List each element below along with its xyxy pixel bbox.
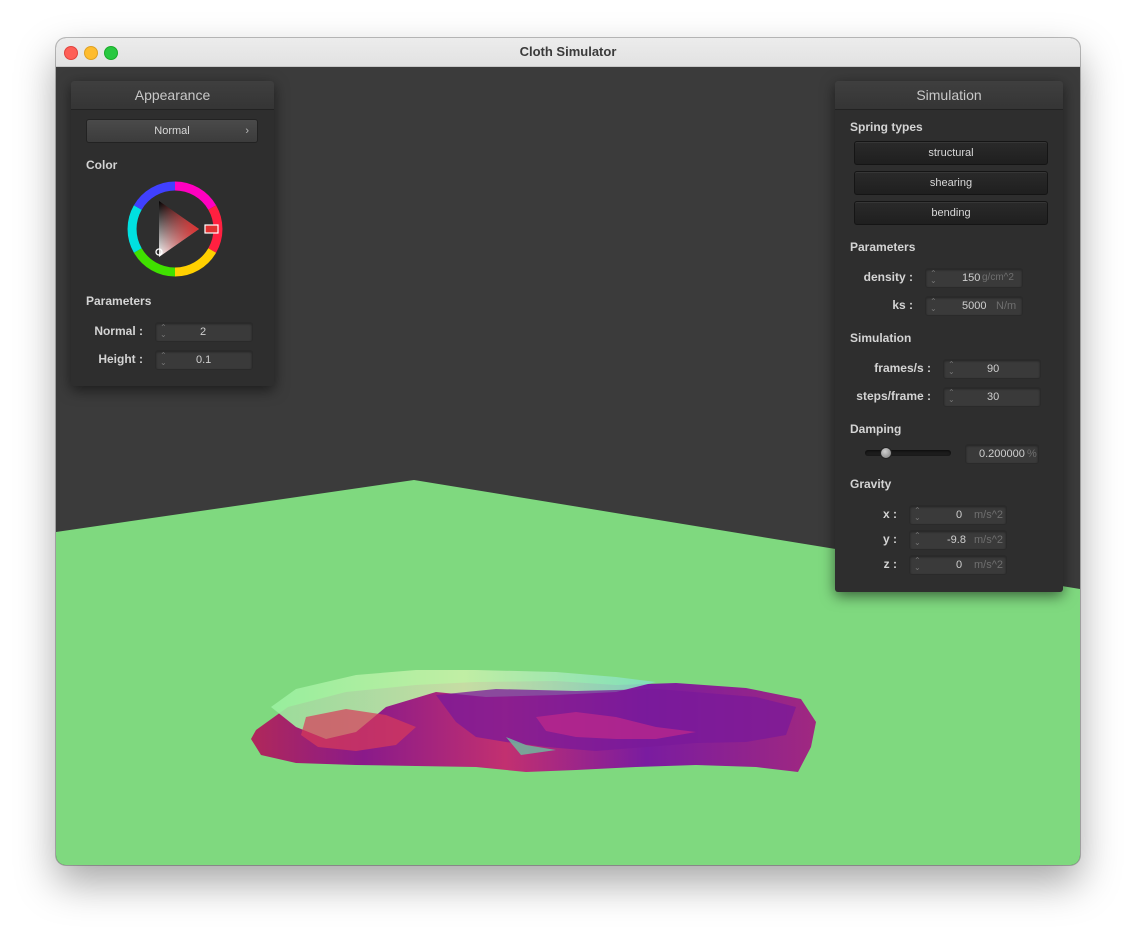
app-window: Cloth Simulator Appearance Normal › Colo… <box>56 38 1080 865</box>
sim-parameters-label: Parameters <box>850 240 916 254</box>
spinner-icon[interactable]: ⌃ ⌄ <box>160 352 167 367</box>
gravity-x-input[interactable]: ⌃ ⌄ 0 m/s^2 <box>909 505 1007 525</box>
appearance-panel: Appearance Normal › Color Parameters Nor… <box>71 81 274 386</box>
hue-ring-selector[interactable] <box>204 224 219 234</box>
gravity-y-label: y : <box>882 532 897 546</box>
damping-label: Damping <box>850 422 902 436</box>
shader-dropdown[interactable]: Normal › <box>86 119 258 143</box>
spinner-icon[interactable]: ⌃ ⌄ <box>914 557 921 572</box>
gravity-y-input[interactable]: ⌃ ⌄ -9.8 m/s^2 <box>909 530 1007 550</box>
spinner-icon[interactable]: ⌃ ⌄ <box>948 389 955 404</box>
simulation-panel: Simulation Spring types structural shear… <box>835 81 1063 592</box>
fps-label: frames/s : <box>874 361 931 375</box>
shearing-spring-button[interactable]: shearing <box>854 171 1048 195</box>
simulation-section-label: Simulation <box>850 331 912 345</box>
gravity-label: Gravity <box>850 477 892 491</box>
color-wheel[interactable] <box>127 181 223 277</box>
density-label: density : <box>863 270 913 284</box>
structural-spring-button[interactable]: structural <box>854 141 1048 165</box>
height-label: Height : <box>98 352 143 366</box>
shader-dropdown-value: Normal <box>154 125 190 137</box>
spinner-icon[interactable]: ⌃ ⌄ <box>948 361 955 376</box>
gravity-x-label: x : <box>882 507 897 521</box>
normal-input[interactable]: ⌃ ⌄ 2 <box>155 322 253 342</box>
height-input[interactable]: ⌃ ⌄ 0.1 <box>155 350 253 370</box>
appearance-panel-title[interactable]: Appearance <box>71 81 274 110</box>
spring-types-label: Spring types <box>850 120 923 134</box>
simulation-panel-title[interactable]: Simulation <box>835 81 1063 110</box>
damping-input[interactable]: 0.200000 % <box>965 444 1039 464</box>
gravity-z-input[interactable]: ⌃ ⌄ 0 m/s^2 <box>909 555 1007 575</box>
gravity-z-label: z : <box>883 557 897 571</box>
bending-spring-button[interactable]: bending <box>854 201 1048 225</box>
steps-input[interactable]: ⌃ ⌄ 30 <box>943 387 1041 407</box>
density-input[interactable]: ⌃ ⌄ 150 g/cm^2 <box>925 268 1023 288</box>
color-label: Color <box>86 158 118 172</box>
steps-label: steps/frame : <box>856 389 931 403</box>
appearance-parameters-label: Parameters <box>86 294 152 308</box>
spinner-icon[interactable]: ⌃ ⌄ <box>914 507 921 522</box>
spinner-icon[interactable]: ⌃ ⌄ <box>914 532 921 547</box>
ks-input[interactable]: ⌃ ⌄ 5000 N/m <box>925 296 1023 316</box>
title-bar: Cloth Simulator <box>56 38 1080 67</box>
chevron-right-icon: › <box>245 125 249 137</box>
normal-label: Normal : <box>94 324 143 338</box>
damping-slider[interactable] <box>865 447 951 459</box>
spinner-icon[interactable]: ⌃ ⌄ <box>930 298 937 313</box>
ks-label: ks : <box>892 298 913 312</box>
damping-slider-knob[interactable] <box>880 447 893 459</box>
window-title: Cloth Simulator <box>519 44 617 59</box>
fps-input[interactable]: ⌃ ⌄ 90 <box>943 359 1041 379</box>
spinner-icon[interactable]: ⌃ ⌄ <box>160 324 167 339</box>
spinner-icon[interactable]: ⌃ ⌄ <box>930 270 937 285</box>
